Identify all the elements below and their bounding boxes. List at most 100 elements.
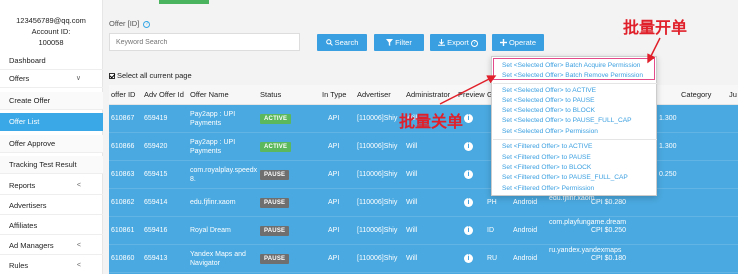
select-all-current-page[interactable]: Select all current page [109, 71, 192, 80]
cell-adv-offer-id: 659416 [144, 227, 168, 234]
cell-advertiser: [110006]Shiy [357, 143, 398, 150]
menu-item-selected-to-active[interactable]: Set <Selected Offer> to ACTIVE [502, 86, 596, 95]
status-badge: PAUSE [260, 226, 290, 236]
col-preview[interactable]: Preview [458, 85, 485, 105]
cell-platform: Android [513, 227, 538, 234]
select-all-label: Select all current page [117, 71, 192, 80]
cell-administrator: Will [406, 171, 418, 178]
search-icon [325, 39, 333, 46]
col-ju[interactable]: Ju [729, 85, 737, 105]
cell-in-type: API [328, 143, 340, 150]
filter-icon [386, 39, 394, 46]
col-status[interactable]: Status [260, 85, 281, 105]
info-icon[interactable]: i [464, 254, 473, 263]
select-all-checkbox[interactable] [109, 73, 115, 80]
cell-adv-offer-id: 659413 [144, 255, 168, 262]
sidebar-item-affiliates[interactable]: Affiliates [0, 217, 103, 235]
status-badge: PAUSE [260, 254, 290, 264]
sidebar-item-reports[interactable]: Reports < [0, 177, 103, 195]
export-button-label: Export [447, 38, 469, 47]
cell-advertiser: [110006]Shiy [357, 171, 398, 178]
sidebar-item-label: Offer Approve [9, 139, 56, 148]
cell-administrator: Will [406, 199, 418, 206]
cell-offer-name[interactable]: Pay2app : UPI Payments [190, 138, 252, 156]
sidebar-item-dashboard[interactable]: Dashboard [0, 52, 103, 70]
sidebar-item-label: Dashboard [9, 56, 46, 65]
status-badge: ACTIVE [260, 114, 292, 124]
col-advertiser[interactable]: Advertiser [357, 85, 391, 105]
cell-offer-name[interactable]: Pay2app : UPI Payments [190, 110, 252, 128]
menu-item-filtered-permission[interactable]: Set <Filtered Offer> Permission [502, 184, 594, 193]
chevron-left-icon: < [76, 242, 81, 249]
cell-in-type: API [328, 255, 340, 262]
sidebar-item-offers[interactable]: Offers ∨ [0, 70, 103, 88]
help-icon[interactable]: ? [143, 20, 151, 28]
cell-advertiser: [110006]Shiy [357, 227, 398, 234]
sidebar-item-create-offer[interactable]: Create Offer [0, 92, 103, 110]
info-icon[interactable]: i [464, 114, 473, 123]
cell-offer-id: 610867 [111, 115, 135, 122]
menu-item-selected-to-block[interactable]: Set <Selected Offer> to BLOCK [502, 106, 595, 115]
operate-button[interactable]: Operate [492, 34, 544, 51]
cell-in-type: API [328, 171, 340, 178]
cell-adv-offer-id: 659414 [144, 199, 168, 206]
app-root: 123456789@qq.com Account ID: 100058 Dash… [0, 0, 738, 274]
col-administrator[interactable]: Administrator [406, 85, 450, 105]
menu-item-filtered-to-pause[interactable]: Set <Filtered Offer> to PAUSE [502, 153, 591, 162]
keyword-search-input[interactable] [109, 33, 300, 51]
account-id-label: Account ID: [31, 27, 71, 36]
account-info: 123456789@qq.com Account ID: 100058 [0, 0, 102, 48]
status-badge: PAUSE [260, 170, 290, 180]
menu-item-filtered-to-active[interactable]: Set <Filtered Offer> to ACTIVE [502, 142, 592, 151]
col-offer-name[interactable]: Offer Name [190, 85, 229, 105]
offer-id-label: Offer [ID] ? [109, 19, 151, 28]
sidebar-item-tracking-test-result[interactable]: Tracking Test Result [0, 156, 103, 174]
sidebar-item-offer-list[interactable]: Offer List [0, 113, 103, 131]
help-icon: ? [470, 39, 478, 47]
sidebar-item-advertisers[interactable]: Advertisers [0, 197, 103, 215]
export-button[interactable]: Export ? [430, 34, 486, 51]
cell-price: 1.300 [659, 143, 677, 150]
cell-offer-name[interactable]: com.royalplay.speedx 8. [190, 166, 257, 184]
info-icon[interactable]: i [464, 226, 473, 235]
menu-item-selected-permission[interactable]: Set <Selected Offer> Permission [502, 127, 598, 136]
cell-offer-name[interactable]: edu.fjfinr.xaom [190, 198, 252, 207]
col-offer-id[interactable]: offer ID [111, 85, 135, 105]
cell-offer-name[interactable]: Yandex Maps and Navigator [190, 250, 252, 268]
table-row[interactable]: 610861 659416 Royal Dream PAUSE API [110… [109, 217, 738, 245]
cell-package: com.playfungame.dream [549, 219, 627, 226]
account-email: 123456789@qq.com [16, 16, 86, 25]
search-button[interactable]: Search [317, 34, 367, 51]
account-id: 100058 [38, 38, 64, 47]
menu-item-filtered-to-block[interactable]: Set <Filtered Offer> to BLOCK [502, 163, 591, 172]
table-row[interactable]: 610860 659413 Yandex Maps and Navigator … [109, 245, 738, 273]
operate-icon [499, 39, 507, 46]
sidebar-item-label: Tracking Test Result [9, 160, 77, 169]
cell-adv-offer-id: 659415 [144, 171, 168, 178]
sidebar-item-label: Advertisers [9, 201, 47, 210]
sidebar-item-rules[interactable]: Rules < [0, 257, 103, 274]
sidebar-item-offer-approve[interactable]: Offer Approve [0, 135, 103, 153]
cell-administrator: Will [406, 227, 418, 234]
info-icon[interactable]: i [464, 142, 473, 151]
filter-button[interactable]: Filter [374, 34, 424, 51]
annotation-highlight-box [493, 58, 655, 80]
cell-in-type: API [328, 115, 340, 122]
info-icon[interactable]: i [464, 198, 473, 207]
cell-in-type: API [328, 199, 340, 206]
col-adv-offer-id[interactable]: Adv Offer Id [144, 85, 184, 105]
info-icon[interactable]: i [464, 170, 473, 179]
menu-item-filtered-to-pause-full-cap[interactable]: Set <Filtered Offer> to PAUSE_FULL_CAP [502, 173, 628, 182]
sidebar-item-label: Rules [9, 261, 29, 270]
active-tab-indicator [159, 0, 209, 4]
col-category[interactable]: Category [681, 85, 711, 105]
col-in-type[interactable]: In Type [322, 85, 346, 105]
filter-button-label: Filter [395, 38, 412, 47]
menu-item-selected-to-pause[interactable]: Set <Selected Offer> to PAUSE [502, 96, 595, 105]
sidebar-item-ad-managers[interactable]: Ad Managers < [0, 237, 103, 255]
cell-offer-name[interactable]: Royal Dream [190, 226, 252, 235]
export-icon [438, 39, 446, 46]
sidebar: 123456789@qq.com Account ID: 100058 Dash… [0, 0, 103, 274]
menu-item-selected-to-pause-full-cap[interactable]: Set <Selected Offer> to PAUSE_FULL_CAP [502, 116, 632, 125]
cell-offer-id: 610862 [111, 199, 135, 206]
